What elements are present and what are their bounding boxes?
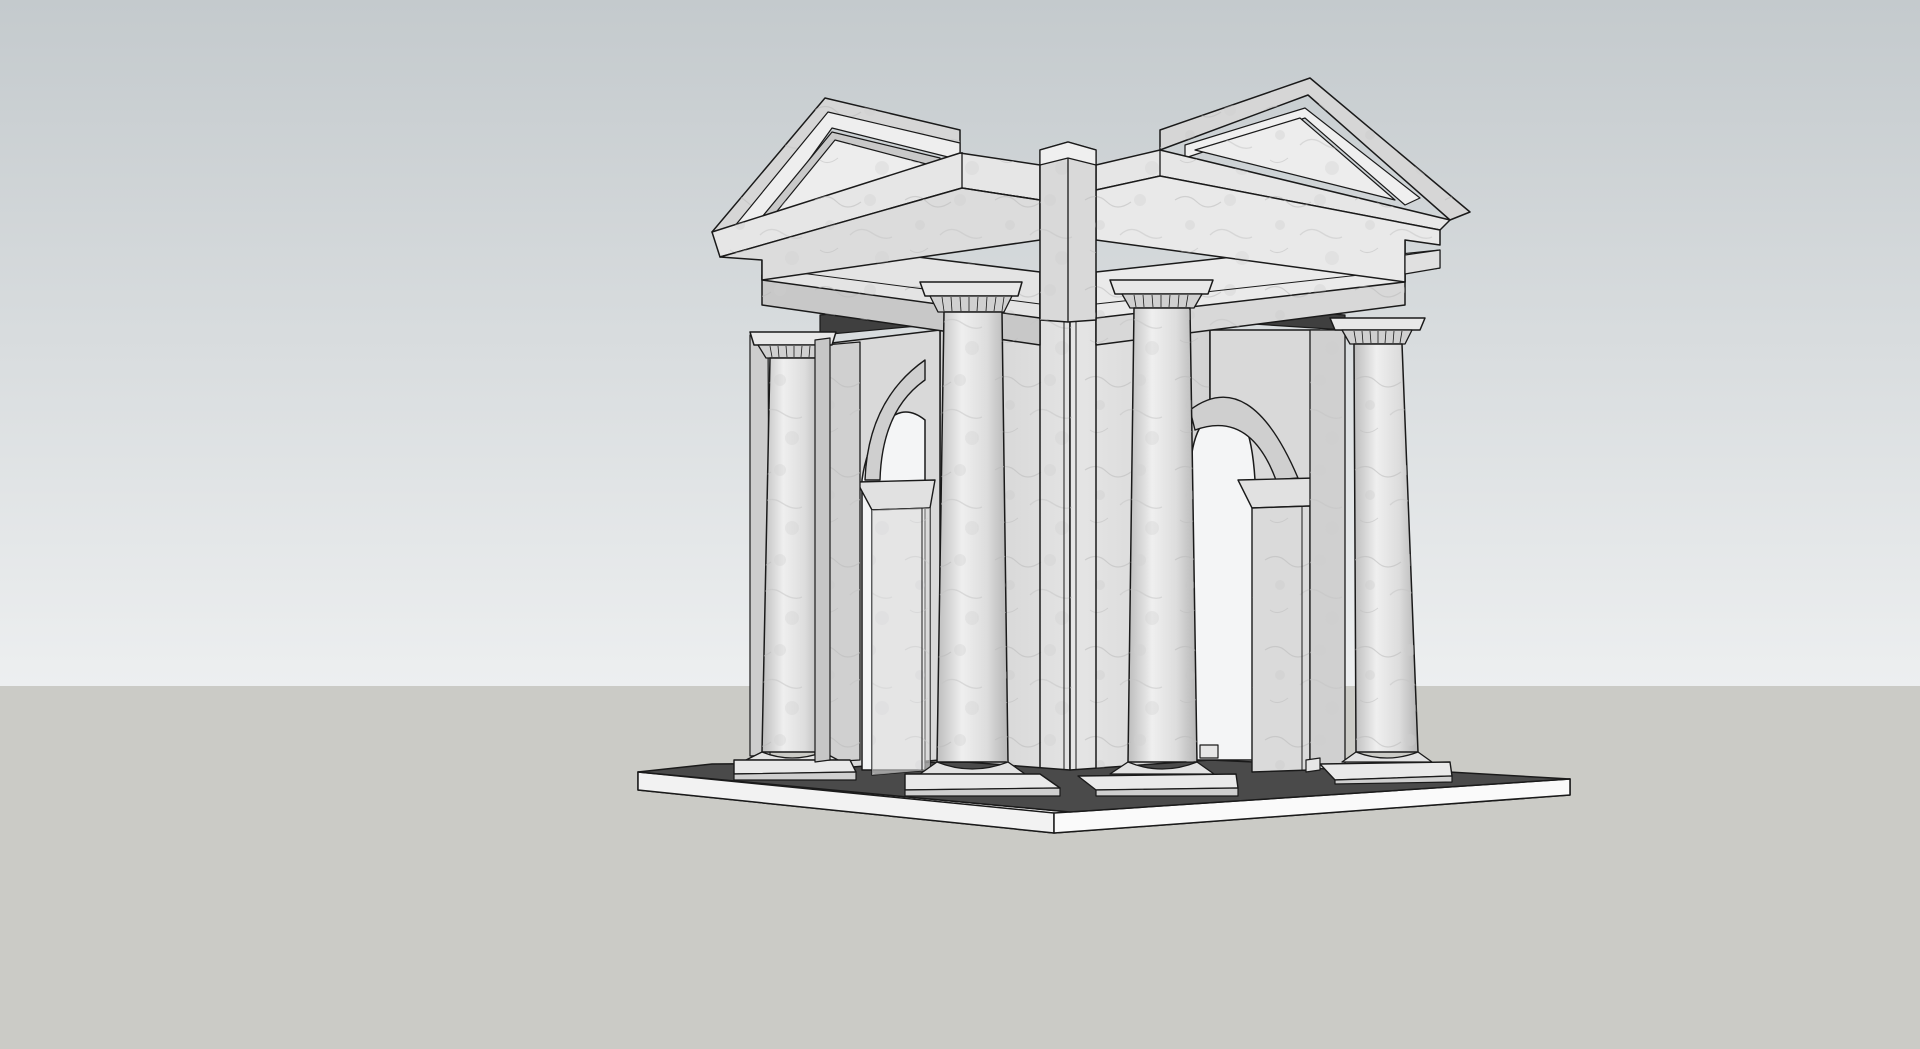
model-viewport[interactable] (0, 0, 1920, 1049)
back-right-pilaster (1309, 329, 1346, 771)
model-canvas[interactable] (0, 0, 1920, 1049)
right-arch (1189, 329, 1321, 773)
roof-ridge-center (1039, 141, 1097, 323)
